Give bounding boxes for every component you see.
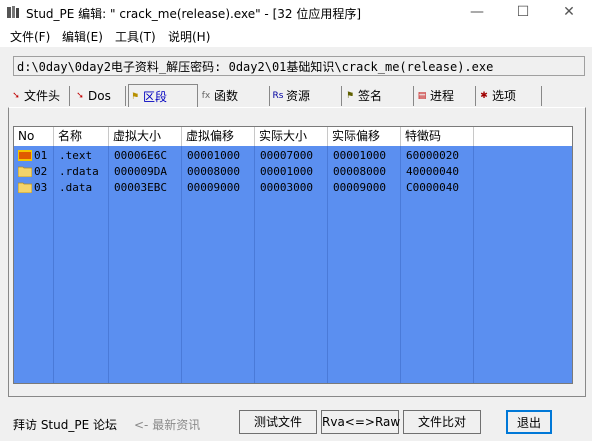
column-header[interactable]: 特徵码 [401, 127, 474, 146]
cell-voffset: 00008000 [187, 165, 240, 178]
cell-roffset: 00001000 [333, 149, 386, 162]
file-path-field[interactable]: d:\0day\0day2电子资料_解压密码: 0day2\01基础知识\cra… [13, 56, 585, 76]
arrow-icon: ➘ [76, 91, 84, 101]
test-file-button[interactable]: 测试文件 [239, 410, 317, 434]
cell-characteristics: 40000040 [406, 165, 459, 178]
column-header[interactable]: 虚拟偏移 [182, 127, 255, 146]
forum-link[interactable]: 拜访 Stud_PE 论坛 [13, 416, 117, 433]
menu-help[interactable]: 说明(H) [168, 28, 210, 45]
tab-resources[interactable]: Rs 资源 [272, 86, 342, 106]
cell-roffset: 00009000 [333, 181, 386, 194]
tab-label: 进程 [430, 89, 455, 103]
tab-label: 资源 [286, 89, 311, 103]
table-row[interactable]: 02 .rdata 000009DA 00008000 00001000 000… [14, 164, 572, 180]
menu-bar: 文件(F) 编辑(E) 工具(T) 说明(H) [0, 25, 592, 47]
tab-label: 签名 [358, 89, 383, 103]
cell-vsize: 00006E6C [114, 149, 167, 162]
cell-voffset: 00001000 [187, 149, 240, 162]
close-button[interactable]: ✕ [546, 0, 592, 25]
cell-vsize: 000009DA [114, 165, 167, 178]
column-header[interactable]: No [14, 127, 54, 146]
file-compare-button[interactable]: 文件比对 [403, 410, 481, 434]
news-link[interactable]: <- 最新资讯 [134, 416, 200, 433]
title-bar: Stud_PE 编辑: " crack_me(release).exe" - [… [0, 0, 592, 25]
rs-icon: Rs [272, 91, 284, 101]
cell-no: 02 [34, 165, 48, 178]
cell-roffset: 00008000 [333, 165, 386, 178]
maximize-button[interactable]: ☐ [500, 0, 546, 25]
footer-bar: 拜访 Stud_PE 论坛 <- 最新资讯 测试文件 Rva<=>Raw 文件比… [0, 402, 592, 441]
tab-label: 文件头 [24, 89, 61, 103]
fx-icon: fx [201, 91, 211, 101]
exit-button[interactable]: 退出 [506, 410, 552, 434]
options-icon: ✱ [480, 91, 488, 101]
cell-voffset: 00009000 [187, 181, 240, 194]
cell-name: .data [59, 181, 93, 194]
column-header[interactable]: 名称 [54, 127, 109, 146]
menu-file[interactable]: 文件(F) [10, 28, 50, 45]
cell-rsize: 00003000 [260, 181, 313, 194]
cell-name: .text [59, 149, 93, 162]
flag-icon: ⚑ [130, 92, 140, 102]
tab-options[interactable]: ✱ 选项 [478, 86, 542, 106]
column-header[interactable]: 实际偏移 [328, 127, 401, 146]
tab-process[interactable]: ▤ 进程 [416, 86, 476, 106]
flag-icon: ⚑ [345, 91, 355, 101]
window-title: Stud_PE 编辑: " crack_me(release).exe" - [… [26, 7, 362, 21]
menu-tools[interactable]: 工具(T) [115, 28, 156, 45]
column-header[interactable]: 虚拟大小 [109, 127, 182, 146]
tab-label: 函数 [214, 89, 239, 103]
cell-rsize: 00007000 [260, 149, 313, 162]
cell-characteristics: 60000020 [406, 149, 459, 162]
tab-signature[interactable]: ⚑ 签名 [344, 86, 414, 106]
tab-dos[interactable]: ➘ Dos [74, 86, 126, 106]
tab-sections[interactable]: ⚑ 区段 [128, 84, 198, 108]
tab-label: 区段 [143, 90, 168, 104]
arrow-icon: ➘ [12, 91, 20, 101]
cell-rsize: 00001000 [260, 165, 313, 178]
menu-edit[interactable]: 编辑(E) [62, 28, 103, 45]
tab-bar: ➘ 文件头 ➘ Dos ⚑ 区段 fx 函数 Rs 资源 ⚑ 签名 ▤ 进程 ✱ 选项 [8, 84, 586, 108]
cell-no: 01 [34, 149, 48, 162]
cell-vsize: 00003EBC [114, 181, 167, 194]
process-icon: ▤ [417, 91, 427, 101]
table-row[interactable]: 03 .data 00003EBC 00009000 00003000 0000… [14, 180, 572, 196]
tab-file-header[interactable]: ➘ 文件头 [10, 86, 70, 106]
cell-name: .rdata [59, 165, 99, 178]
table-header: No 名称 虚拟大小 虚拟偏移 实际大小 实际偏移 特徵码 [14, 127, 572, 146]
table-row[interactable]: 01 .text 00006E6C 00001000 00007000 0000… [14, 148, 572, 164]
app-icon [7, 6, 19, 18]
cell-no: 03 [34, 181, 48, 194]
tab-functions[interactable]: fx 函数 [200, 86, 270, 106]
cell-characteristics: C0000040 [406, 181, 459, 194]
rva-raw-button[interactable]: Rva<=>Raw [321, 410, 400, 434]
tab-label: 选项 [492, 89, 517, 103]
sections-table[interactable]: No 名称 虚拟大小 虚拟偏移 实际大小 实际偏移 特徵码 01 .text 0… [13, 126, 573, 384]
minimize-button[interactable]: — [454, 0, 500, 25]
column-header[interactable]: 实际大小 [255, 127, 328, 146]
tab-label: Dos [88, 89, 111, 103]
